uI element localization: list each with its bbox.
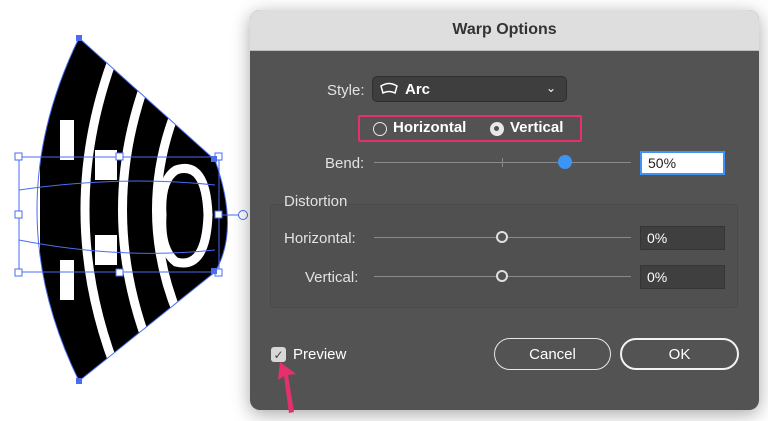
style-value: Arc <box>405 80 431 98</box>
chevron-down-icon: ⌄ <box>545 81 556 95</box>
style-label: Style: <box>327 82 365 99</box>
vertical-distortion-thumb[interactable] <box>496 270 508 282</box>
style-select[interactable]: Arc ⌄ <box>372 76 567 102</box>
horizontal-distortion-field[interactable]: 0% <box>640 226 725 250</box>
arc-warp-icon <box>380 82 398 95</box>
annotation-arrow-icon <box>278 362 296 413</box>
horizontal-distortion-thumb[interactable] <box>496 231 508 243</box>
vertical-radio-label[interactable]: Vertical <box>510 119 563 136</box>
vertical-radio[interactable] <box>490 122 504 136</box>
dialog-title: Warp Options <box>452 21 557 38</box>
vertical-distortion-label: Vertical: <box>305 269 359 286</box>
warped-artwork[interactable] <box>0 0 250 421</box>
vertical-distortion-field[interactable]: 0% <box>640 265 725 289</box>
horizontal-radio-label[interactable]: Horizontal <box>393 119 466 136</box>
cancel-button[interactable]: Cancel <box>494 338 611 370</box>
horizontal-radio[interactable] <box>373 122 387 136</box>
distortion-group <box>270 204 738 308</box>
bend-label: Bend: <box>325 155 365 172</box>
warp-options-dialog: Warp Options Style: Arc ⌄ Horizontal Ver… <box>250 10 759 410</box>
ok-button[interactable]: OK <box>620 338 739 370</box>
horizontal-distortion-label: Horizontal: <box>284 230 356 247</box>
distortion-section-label: Distortion <box>284 193 348 210</box>
bend-slider-center-tick <box>502 158 503 167</box>
bend-slider-thumb[interactable] <box>558 155 572 169</box>
bend-value-field[interactable]: 50% <box>640 151 725 175</box>
dialog-titlebar: Warp Options <box>250 10 759 51</box>
